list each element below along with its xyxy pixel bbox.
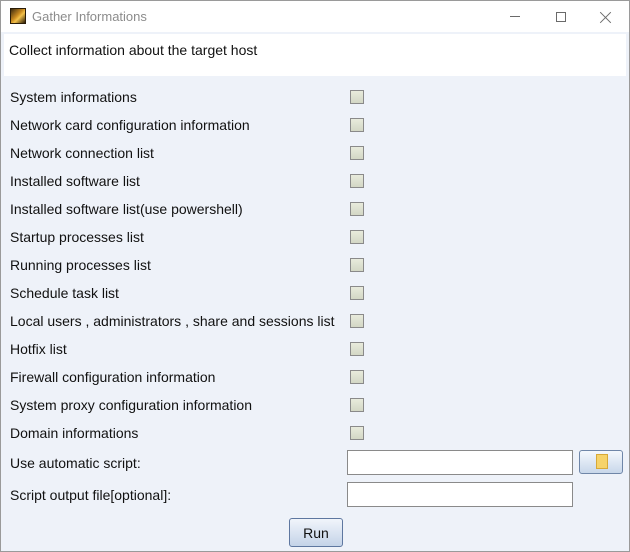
gather-informations-window: Gather Informations Collect information … — [0, 0, 630, 552]
domain-informations-checkbox[interactable] — [350, 426, 364, 440]
option-label: System informations — [10, 89, 137, 105]
network-connection-checkbox[interactable] — [350, 146, 364, 160]
run-button[interactable]: Run — [289, 518, 343, 547]
option-row-network-card: Network card configuration information — [1, 111, 401, 139]
title-bar[interactable]: Gather Informations — [1, 1, 629, 32]
close-icon — [600, 11, 612, 23]
folder-icon — [596, 454, 608, 469]
firewall-checkbox[interactable] — [350, 370, 364, 384]
option-row-local-users: Local users , administrators , share and… — [1, 307, 401, 335]
system-informations-checkbox[interactable] — [350, 90, 364, 104]
option-label: Local users , administrators , share and… — [10, 313, 335, 329]
option-row-installed-software-powershell: Installed software list(use powershell) — [1, 195, 401, 223]
app-logo-icon — [10, 8, 26, 24]
window-title: Gather Informations — [32, 9, 147, 24]
option-label: System proxy configuration information — [10, 397, 252, 413]
installed-software-powershell-checkbox[interactable] — [350, 202, 364, 216]
option-label: Installed software list(use powershell) — [10, 201, 243, 217]
output-field-label: Script output file[optional]: — [10, 487, 172, 503]
output-file-input[interactable] — [347, 482, 573, 507]
option-label: Running processes list — [10, 257, 151, 273]
option-row-system-informations: System informations — [1, 83, 401, 111]
installed-software-checkbox[interactable] — [350, 174, 364, 188]
option-row-installed-software: Installed software list — [1, 167, 401, 195]
running-processes-checkbox[interactable] — [350, 258, 364, 272]
option-row-firewall: Firewall configuration information — [1, 363, 401, 391]
script-field-label: Use automatic script: — [10, 455, 141, 471]
close-button[interactable] — [583, 1, 629, 32]
description-panel: Collect information about the target hos… — [4, 34, 626, 76]
option-row-hotfix: Hotfix list — [1, 335, 401, 363]
minimize-icon — [510, 16, 520, 17]
system-proxy-checkbox[interactable] — [350, 398, 364, 412]
local-users-checkbox[interactable] — [350, 314, 364, 328]
startup-processes-checkbox[interactable] — [350, 230, 364, 244]
minimize-button[interactable] — [492, 1, 538, 32]
option-row-system-proxy: System proxy configuration information — [1, 391, 401, 419]
option-row-running-processes: Running processes list — [1, 251, 401, 279]
dialog-content: Collect information about the target hos… — [1, 32, 629, 551]
browse-script-button[interactable] — [579, 450, 623, 474]
option-label: Startup processes list — [10, 229, 144, 245]
option-row-startup-processes: Startup processes list — [1, 223, 401, 251]
network-card-checkbox[interactable] — [350, 118, 364, 132]
option-row-domain: Domain informations — [1, 419, 401, 447]
maximize-button[interactable] — [538, 1, 584, 32]
option-label: Network connection list — [10, 145, 154, 161]
maximize-icon — [556, 11, 566, 22]
option-label: Hotfix list — [10, 341, 67, 357]
option-label: Installed software list — [10, 173, 140, 189]
option-label: Domain informations — [10, 425, 139, 441]
script-path-input[interactable] — [347, 450, 573, 475]
schedule-task-checkbox[interactable] — [350, 286, 364, 300]
option-row-schedule-task: Schedule task list — [1, 279, 401, 307]
description-text: Collect information about the target hos… — [9, 42, 258, 58]
option-label: Schedule task list — [10, 285, 119, 301]
hotfix-checkbox[interactable] — [350, 342, 364, 356]
option-label: Network card configuration information — [10, 117, 250, 133]
option-label: Firewall configuration information — [10, 369, 216, 385]
option-row-network-connection: Network connection list — [1, 139, 401, 167]
